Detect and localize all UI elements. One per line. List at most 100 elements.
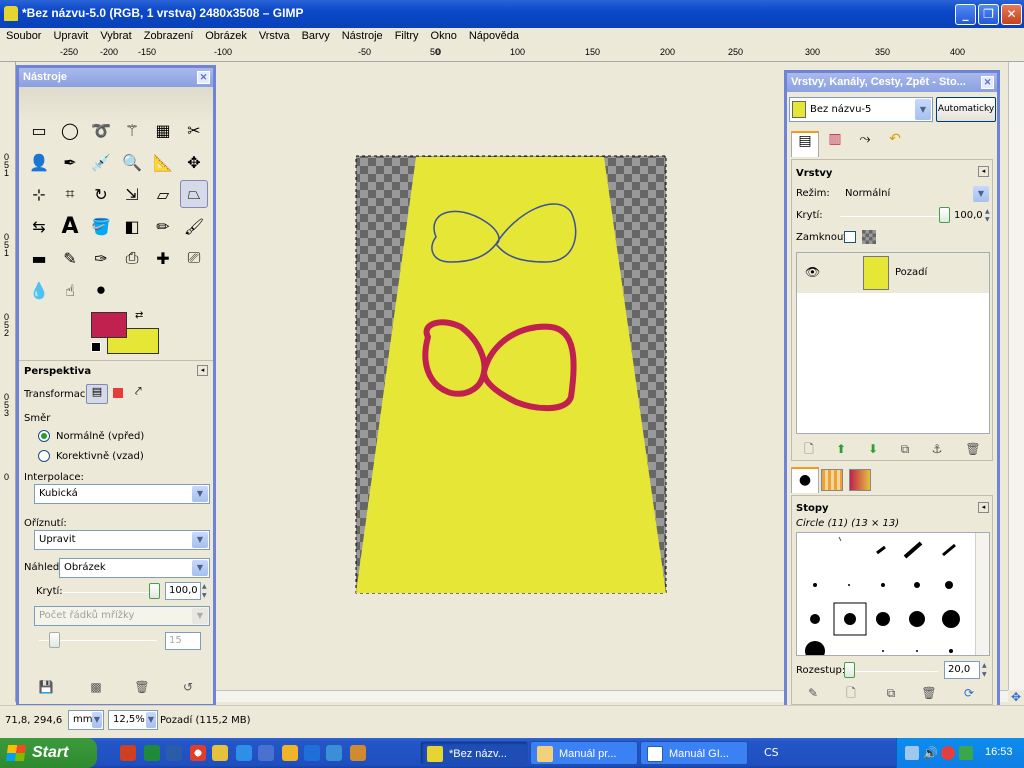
minimize-button[interactable]: _	[955, 4, 976, 25]
volume-icon[interactable]: 🔊	[923, 746, 938, 760]
quicklaunch-app-icon[interactable]	[212, 745, 228, 761]
ellipse-select-icon[interactable]: ◯	[56, 116, 84, 144]
image-select[interactable]: Bez názvu-5 ▼	[789, 97, 933, 122]
menu-vybrat[interactable]: Vybrat	[94, 28, 137, 45]
zoom-icon[interactable]: 🔍	[118, 148, 146, 176]
move-icon[interactable]: ✥	[180, 148, 208, 176]
menu-nastroje[interactable]: Nástroje	[336, 28, 389, 45]
tab-paths[interactable]: ⤳	[851, 131, 879, 157]
eye-icon[interactable]: 👁	[805, 265, 820, 279]
lock-alpha-checkbox[interactable]	[844, 231, 856, 243]
brushes-grid[interactable]	[796, 532, 990, 656]
opacity-slider-knob[interactable]	[149, 583, 160, 599]
scale-icon[interactable]: ⇲	[118, 180, 146, 208]
menu-barvy[interactable]: Barvy	[296, 28, 336, 45]
toolbox-close-icon[interactable]: ✕	[197, 71, 210, 84]
delete-layer-icon[interactable]: 🗑	[964, 440, 982, 458]
measure-icon[interactable]: 📐	[149, 148, 177, 176]
reset-options-icon[interactable]: ↺	[179, 678, 197, 696]
clipping-select[interactable]: Upravit ▼	[34, 530, 210, 550]
transform-selection-icon[interactable]	[113, 388, 123, 398]
brush-previews[interactable]	[797, 533, 975, 655]
layers-list[interactable]: 👁 Pozadí	[796, 252, 990, 434]
menu-vrstva[interactable]: Vrstva	[253, 28, 296, 45]
opacity-slider-track[interactable]	[63, 592, 158, 593]
brushes-scrollbar[interactable]	[975, 533, 989, 655]
direction-normal-radio[interactable]	[38, 430, 50, 442]
network-icon[interactable]	[905, 746, 919, 760]
flip-icon[interactable]: ⇆	[25, 212, 53, 240]
quicklaunch-gimp-icon[interactable]	[350, 745, 366, 761]
interpolation-select[interactable]: Kubická ▼	[34, 484, 210, 504]
new-brush-icon[interactable]: 🗋	[842, 684, 860, 702]
layer-opacity-arrows-icon[interactable]: ▲ ▼	[985, 208, 990, 224]
taskbar-item-gimp[interactable]: *Bez názv...	[420, 741, 528, 765]
rotate-icon[interactable]: ↻	[87, 180, 115, 208]
menu-filtry[interactable]: Filtry	[389, 28, 425, 45]
heal-icon[interactable]: ✚	[149, 244, 177, 272]
default-colors-icon[interactable]	[91, 342, 101, 352]
layer-name[interactable]: Pozadí	[895, 267, 927, 278]
zoom-select[interactable]: 12,5% ▼	[108, 710, 158, 730]
vertical-scrollbar[interactable]	[1008, 62, 1024, 690]
quicklaunch-media-icon[interactable]	[304, 745, 320, 761]
mode-select[interactable]: Normální ▼	[840, 184, 991, 204]
smudge-icon[interactable]: ☝	[56, 276, 84, 304]
quicklaunch-ie-icon[interactable]	[236, 745, 252, 761]
foreground-select-icon[interactable]: 👤	[25, 148, 53, 176]
crop-icon[interactable]: ⌗	[56, 180, 84, 208]
vertical-ruler[interactable]: 0510510520530	[0, 62, 16, 702]
navigate-icon[interactable]: ✥	[1008, 690, 1024, 704]
free-select-icon[interactable]: ➰	[87, 116, 115, 144]
scissors-icon[interactable]: ✂	[180, 116, 208, 144]
duplicate-brush-icon[interactable]: ⧉	[882, 684, 900, 702]
restore-options-icon[interactable]: ▩	[87, 678, 105, 696]
align-icon[interactable]: ⊹	[25, 180, 53, 208]
language-indicator[interactable]: CS	[764, 746, 779, 759]
quicklaunch-chrome-icon[interactable]	[190, 745, 206, 761]
preview-select[interactable]: Obrázek ▼	[59, 558, 210, 578]
layer-row[interactable]: 👁 Pozadí	[797, 253, 989, 293]
quicklaunch-messenger-icon[interactable]	[326, 745, 342, 761]
delete-options-icon[interactable]: 🗑	[133, 678, 151, 696]
menu-zobrazeni[interactable]: Zobrazení	[138, 28, 200, 45]
quicklaunch-excel-icon[interactable]	[144, 745, 160, 761]
menu-obrazek[interactable]: Obrázek	[199, 28, 253, 45]
pencil-icon[interactable]: ✏	[149, 212, 177, 240]
spacing-slider-track[interactable]	[842, 671, 938, 672]
perspective-clone-icon[interactable]: ⎚	[180, 244, 208, 272]
spacing-slider-knob[interactable]	[844, 662, 855, 678]
security-icon[interactable]	[959, 746, 973, 760]
tab-brushes[interactable]: ●	[791, 467, 819, 493]
clock[interactable]: 16:53	[985, 746, 1013, 758]
text-icon[interactable]: A	[56, 212, 84, 240]
color-picker-icon[interactable]: 💉	[87, 148, 115, 176]
perspective-icon[interactable]: ⏢	[180, 180, 208, 208]
direction-corrective-radio[interactable]	[38, 450, 50, 462]
tab-channels[interactable]: ▥	[821, 131, 849, 157]
select-by-color-icon[interactable]: ▦	[149, 116, 177, 144]
opacity-spin-arrows-icon[interactable]: ▲ ▼	[202, 582, 207, 600]
menu-soubor[interactable]: Soubor	[0, 28, 47, 45]
menu-napoveda[interactable]: Nápověda	[463, 28, 525, 45]
layer-opacity-track[interactable]	[840, 216, 942, 217]
delete-brush-icon[interactable]: 🗑	[920, 684, 938, 702]
taskbar-item-folder[interactable]: Manuál pr...	[530, 741, 638, 765]
tab-layers[interactable]: ▤	[791, 131, 819, 157]
transform-layer-icon[interactable]: ▤	[86, 384, 108, 404]
start-button[interactable]: Start	[0, 738, 97, 768]
eraser-icon[interactable]: ▬	[25, 244, 53, 272]
new-layer-icon[interactable]: 🗋	[800, 440, 818, 458]
dodge-burn-icon[interactable]: ⚫	[87, 276, 115, 304]
spacing-spin[interactable]: 20,0	[944, 661, 980, 679]
maximize-button[interactable]: ❐	[978, 4, 999, 25]
layers-dock-close-icon[interactable]: ✕	[981, 76, 994, 89]
quicklaunch-word-icon[interactable]	[166, 745, 182, 761]
close-button[interactable]: ✕	[1001, 4, 1022, 25]
unit-select[interactable]: mm ▼	[68, 710, 104, 730]
fuzzy-select-icon[interactable]: ⚚	[118, 116, 146, 144]
rect-select-icon[interactable]: ▭	[25, 116, 53, 144]
quicklaunch-clock-icon[interactable]	[282, 745, 298, 761]
opacity-spin[interactable]: 100,0	[165, 582, 201, 600]
anchor-layer-icon[interactable]: ⚓	[928, 440, 946, 458]
